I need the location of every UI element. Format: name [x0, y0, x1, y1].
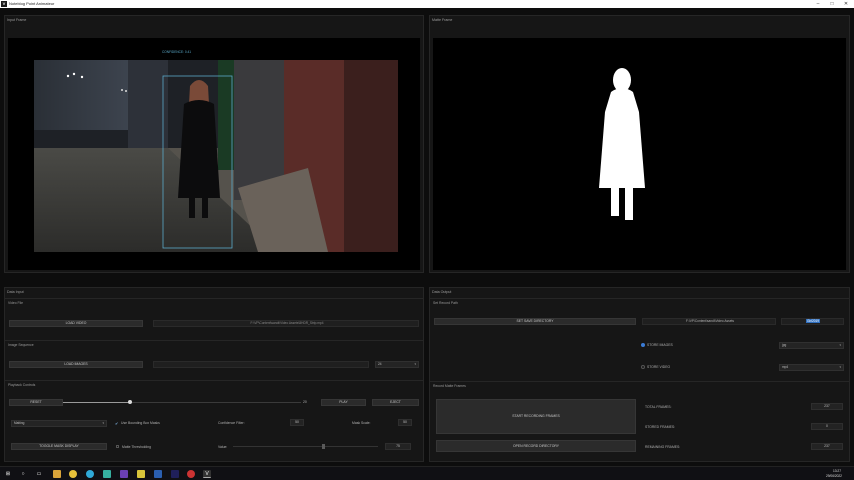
reset-button[interactable]: RESET [9, 399, 63, 406]
threshold-slider-track [233, 446, 378, 447]
remaining-frames-label: REMAINING FRAMES: [645, 445, 681, 449]
frame-slider-fill [63, 402, 130, 403]
save-directory-path-field[interactable]: F:\VP\Content\sandt\Video Assets [642, 318, 776, 325]
image-format-value: jpg [782, 343, 787, 347]
store-video-label: STORE VIDEO [647, 365, 671, 369]
minimize-button[interactable]: – [811, 0, 825, 8]
data-output-panel: Data Output Set Record Path SET SAVE DIR… [429, 287, 850, 462]
video-file-label: Video File [8, 301, 24, 305]
open-record-directory-button[interactable]: OPEN RECORD DIRECTORY [436, 440, 636, 452]
video-format-value: mp4 [782, 365, 789, 369]
input-video-frame [8, 38, 420, 270]
image-sequence-path-field[interactable] [153, 361, 369, 368]
stored-frames-value: 0 [811, 423, 843, 430]
data-input-panel: Data Input Video File LOAD VIDEO F:\VP\C… [4, 287, 424, 462]
mode-select-value: Matting [14, 421, 25, 425]
clock-time: 13:27 [833, 469, 841, 473]
frame-slider-handle[interactable] [127, 400, 132, 404]
frame-value: 20 [303, 400, 307, 404]
app-icon-blue[interactable] [154, 470, 162, 478]
matte-thresholding-checkbox[interactable] [116, 445, 119, 448]
edge-icon[interactable] [86, 470, 94, 478]
fps-select-value: 24 [378, 362, 382, 366]
data-output-label: Data Output [432, 290, 452, 294]
search-icon[interactable]: ○ [19, 470, 27, 478]
matte-frame-label: Matte Frame [432, 18, 453, 22]
mask-scale-spinbox[interactable]: 50 [398, 419, 412, 426]
mask-scale-label: Mask Scale: [352, 421, 371, 425]
title-bar: V Noteblog Point Animateur – □ ✕ [0, 0, 854, 8]
chevron-down-icon: ▾ [839, 365, 841, 369]
threshold-value-field[interactable]: 75 [385, 443, 411, 450]
matte-thresholding-label: Matte Thresholding [122, 445, 151, 449]
input-frame-view: CONFIDENCE: 0.41 [8, 38, 420, 270]
record-matte-frames-label: Record Matte Frames [433, 384, 466, 388]
load-video-button[interactable]: LOAD VIDEO [9, 320, 143, 327]
notes-icon[interactable] [137, 470, 145, 478]
frame-slider[interactable] [63, 400, 301, 404]
eject-button[interactable]: EJECT [372, 399, 419, 406]
store-video-radio[interactable] [641, 365, 645, 369]
fps-select[interactable]: 24 ▾ [375, 361, 419, 368]
threshold-value-label: Value: [218, 445, 228, 449]
toggle-mask-display-button[interactable]: TOGGLE MASK DISPLAY [11, 443, 107, 450]
total-frames-value: 237 [811, 403, 843, 410]
threshold-slider-handle[interactable] [321, 444, 325, 449]
folder-name-input[interactable]: Girl2019 [781, 318, 844, 325]
video-path-field[interactable]: F:\VP\Content\sandt\Video Assets\5HDR_St… [153, 320, 419, 327]
matte-silhouette [433, 38, 846, 270]
use-bbox-label: Use Bounding Box Masks [121, 421, 160, 425]
task-view-icon[interactable]: ▭ [35, 470, 43, 478]
premiere-icon[interactable] [171, 470, 179, 478]
confidence-filter-label: Confidence Filter: [218, 421, 245, 425]
store-images-radio[interactable] [641, 343, 645, 347]
input-frame-panel: Input Frame CONFIDENCE: 0.41 [4, 15, 424, 273]
image-format-select[interactable]: jpg ▾ [779, 342, 844, 349]
windows-icon[interactable]: ⊞ [4, 470, 12, 478]
set-save-directory-button[interactable]: SET SAVE DIRECTORY [434, 318, 636, 325]
clock-date: 29/06/2022 [826, 474, 842, 478]
chrome-icon[interactable] [69, 470, 77, 478]
start-recording-button[interactable]: START RECORDING FRAMES [436, 399, 636, 434]
store-images-label: STORE IMAGES [647, 343, 673, 347]
playback-controls-label: Playback Controls [8, 383, 36, 387]
remaining-frames-value: 237 [811, 443, 843, 450]
stored-frames-label: STORED FRAMES: [645, 425, 676, 429]
active-app-icon[interactable]: V [203, 470, 211, 478]
window-title: Noteblog Point Animateur [9, 1, 55, 6]
mode-select[interactable]: Matting ▾ [11, 420, 107, 427]
chevron-down-icon: ▾ [839, 343, 841, 347]
detection-confidence-label: CONFIDENCE: 0.41 [162, 50, 192, 54]
set-record-path-label: Set Record Path [433, 301, 458, 305]
matte-frame-panel: Matte Frame [429, 15, 850, 273]
play-button[interactable]: PLAY [321, 399, 366, 406]
chevron-down-icon: ▾ [102, 421, 104, 425]
folder-name-text: Girl2019 [806, 319, 821, 323]
maximize-button[interactable]: □ [825, 0, 839, 8]
use-bbox-checkbox[interactable]: ✔ [115, 421, 118, 426]
total-frames-label: TOTAL FRAMES: [645, 405, 672, 409]
load-images-button[interactable]: LOAD IMAGES [9, 361, 143, 368]
taskbar: ⊞ ○ ▭ V 13:27 29/06/2022 [0, 466, 854, 480]
image-sequence-label: Image Sequence [8, 343, 34, 347]
matte-frame-view [433, 38, 846, 270]
app-icon: V [1, 1, 7, 7]
input-frame-label: Input Frame [7, 18, 27, 22]
close-button[interactable]: ✕ [839, 0, 853, 8]
app-icon-teal[interactable] [103, 470, 111, 478]
threshold-slider[interactable] [233, 444, 378, 449]
confidence-filter-spinbox[interactable]: 50 [290, 419, 304, 426]
data-input-label: Data Input [7, 290, 24, 294]
file-explorer-icon[interactable] [53, 470, 61, 478]
record-icon[interactable] [187, 470, 195, 478]
chevron-down-icon: ▾ [414, 362, 416, 366]
visual-studio-icon[interactable] [120, 470, 128, 478]
video-format-select[interactable]: mp4 ▾ [779, 364, 844, 371]
